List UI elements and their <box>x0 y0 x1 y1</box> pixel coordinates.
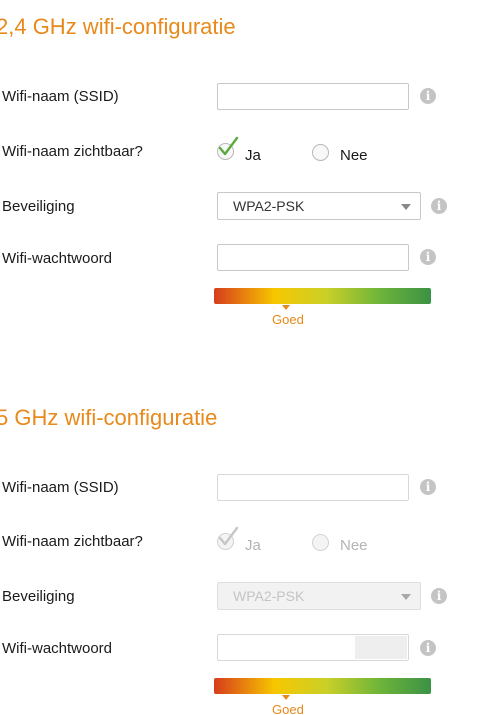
info-icon[interactable]: i <box>420 640 436 656</box>
ssid-visible-label: Wifi-naam zichtbaar? <box>2 143 143 160</box>
chevron-down-icon <box>401 594 411 600</box>
security-select[interactable]: WPA2-PSK <box>217 192 421 220</box>
radio-icon <box>312 144 329 161</box>
password-field[interactable] <box>217 244 409 271</box>
security-select[interactable]: WPA2-PSK <box>217 582 421 610</box>
option-no-label: Nee <box>340 147 368 164</box>
ssid-visible-label: Wifi-naam zichtbaar? <box>2 533 143 550</box>
ssid-visible-yes-option[interactable]: Ja <box>217 136 277 164</box>
ssid-field[interactable] <box>217 474 409 501</box>
security-selected-value: WPA2-PSK <box>233 198 305 214</box>
option-no-label: Nee <box>340 537 368 554</box>
strength-marker <box>281 695 290 700</box>
strength-marker <box>281 305 290 310</box>
info-icon[interactable]: i <box>420 88 436 104</box>
section-title-5ghz: 5 GHz wifi-configuratie <box>0 405 218 430</box>
password-field-disabled-area <box>355 636 407 659</box>
ssid-label: Wifi-naam (SSID) <box>2 479 119 496</box>
password-input[interactable] <box>218 245 408 270</box>
info-icon[interactable]: i <box>420 249 436 265</box>
info-icon[interactable]: i <box>420 479 436 495</box>
option-yes-label: Ja <box>245 537 261 554</box>
password-strength-bar <box>214 678 431 694</box>
info-icon[interactable]: i <box>431 588 447 604</box>
password-label: Wifi-wachtwoord <box>2 250 113 267</box>
radio-icon <box>312 534 329 551</box>
security-label: Beveiliging <box>2 198 75 215</box>
ssid-visible-no-option[interactable]: Nee <box>312 144 377 166</box>
ssid-label: Wifi-naam (SSID) <box>2 88 119 105</box>
password-strength-label: Goed <box>272 702 304 715</box>
option-yes-label: Ja <box>245 147 261 164</box>
info-icon[interactable]: i <box>431 198 447 214</box>
password-strength-label: Goed <box>272 312 304 327</box>
ssid-input[interactable] <box>218 84 408 109</box>
ssid-visible-yes-option[interactable]: Ja <box>217 526 277 554</box>
security-label: Beveiliging <box>2 588 75 605</box>
security-selected-value: WPA2-PSK <box>233 588 305 604</box>
password-field[interactable] <box>217 634 409 661</box>
password-strength-bar <box>214 288 431 304</box>
checkmark-icon <box>218 526 239 546</box>
ssid-visible-no-option[interactable]: Nee <box>312 534 377 556</box>
checkmark-icon <box>218 136 239 156</box>
ssid-input[interactable] <box>218 475 408 500</box>
password-label: Wifi-wachtwoord <box>2 640 113 657</box>
ssid-field[interactable] <box>217 83 409 110</box>
chevron-down-icon <box>401 204 411 210</box>
section-title-2-4ghz: 2,4 GHz wifi-configuratie <box>0 14 236 39</box>
